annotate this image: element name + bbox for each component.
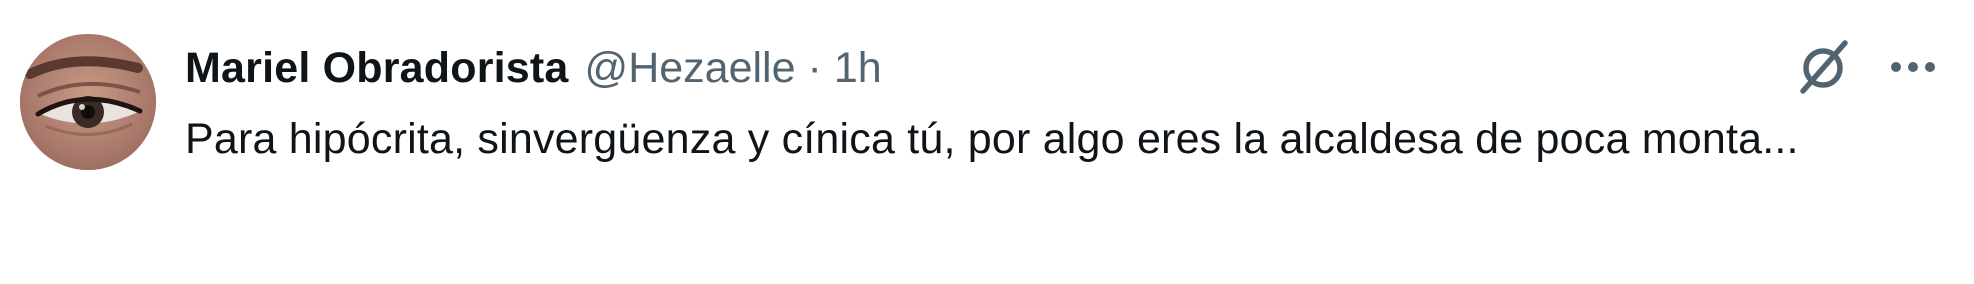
grok-button[interactable]: [1790, 36, 1856, 102]
grok-icon: [1793, 37, 1853, 102]
timestamp[interactable]: 1h: [834, 44, 882, 93]
tweet-text: Para hipócrita, sinvergüenza y cínica tú…: [185, 115, 1799, 163]
author-handle[interactable]: @Hezaelle: [585, 44, 796, 93]
author-display-name[interactable]: Mariel Obradorista: [185, 44, 569, 93]
more-dots-icon: [1889, 60, 1937, 79]
more-options-button[interactable]: [1880, 36, 1946, 102]
separator-dot: ·: [807, 43, 822, 92]
avatar-image: [20, 34, 156, 170]
tweet[interactable]: Mariel Obradorista @Hezaelle · 1h Para h…: [0, 0, 1974, 284]
avatar[interactable]: [20, 34, 156, 170]
tweet-header: Mariel Obradorista @Hezaelle · 1h: [185, 40, 882, 96]
